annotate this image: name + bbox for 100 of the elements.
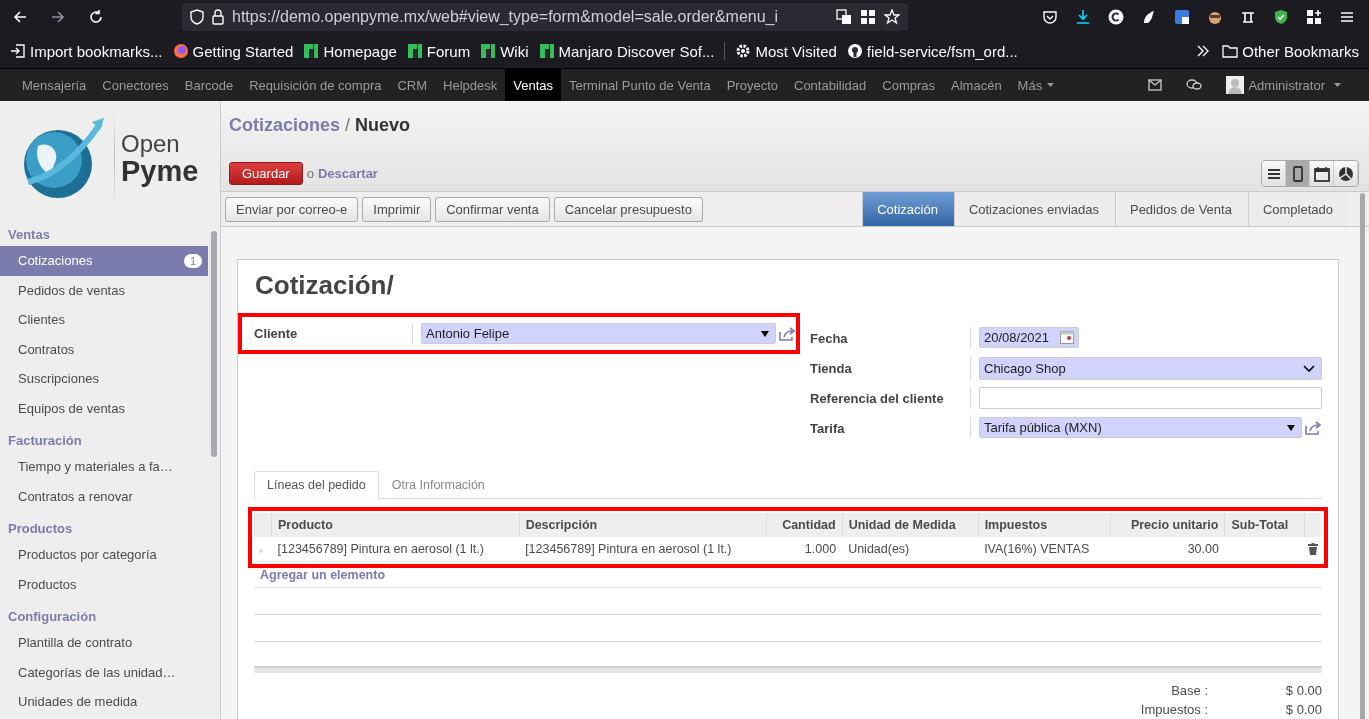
trash-icon[interactable]: [1308, 543, 1318, 555]
extension-icon[interactable]: [1207, 9, 1223, 25]
action-button[interactable]: Cancelar presupuesto: [553, 196, 703, 222]
column-header[interactable]: Unidad de Medida: [842, 513, 979, 537]
external-link-icon[interactable]: [1305, 420, 1322, 435]
sidebar-item[interactable]: Unidades de medida: [0, 687, 208, 717]
select-field[interactable]: Chicago Shop: [979, 357, 1322, 380]
bookmark[interactable]: Homepage: [303, 42, 397, 60]
text-field[interactable]: [979, 387, 1322, 409]
view-button[interactable]: [1286, 161, 1310, 186]
menu-item[interactable]: Terminal Punto de Venta: [561, 69, 719, 101]
extension-icon[interactable]: [1108, 9, 1124, 25]
menu-item[interactable]: Contabilidad: [786, 69, 875, 101]
view-button[interactable]: [1310, 161, 1334, 186]
menu-item[interactable]: Conectores: [94, 69, 177, 101]
calendar-view-icon: [1312, 164, 1331, 183]
menu-item[interactable]: Almacén: [943, 69, 1010, 101]
tab[interactable]: Otra Información: [378, 471, 498, 499]
firefox-icon: [172, 43, 189, 59]
forward-icon[interactable]: [50, 9, 66, 25]
sidebar-item[interactable]: Tiempo y materiales a fa…: [0, 452, 208, 482]
shield-icon[interactable]: [1273, 9, 1289, 25]
download-icon[interactable]: [1075, 9, 1091, 25]
sidebar-item[interactable]: Categorías de las unidad…: [0, 657, 208, 687]
column-header[interactable]: Impuestos: [978, 513, 1111, 537]
breadcrumb-current: Nuevo: [355, 115, 411, 136]
tab[interactable]: Líneas del pedido: [254, 471, 379, 499]
user-menu[interactable]: Administrator: [1226, 76, 1341, 94]
view-button[interactable]: [1334, 161, 1358, 186]
sidebar-item[interactable]: Clientes: [0, 305, 208, 335]
sidebar-item[interactable]: Cotizaciones 1: [0, 246, 208, 276]
chat-icon[interactable]: [1186, 78, 1203, 92]
column-header[interactable]: Descripción: [519, 513, 767, 537]
menu-item[interactable]: Barcode: [176, 69, 242, 101]
column-header[interactable]: Precio unitario: [1110, 513, 1225, 537]
total-value: $ 0.00: [1284, 683, 1322, 698]
star-icon[interactable]: [884, 9, 900, 25]
extension-icon[interactable]: [1141, 9, 1157, 25]
bookmark[interactable]: Most Visited: [735, 42, 837, 60]
bookmark[interactable]: Wiki: [480, 42, 529, 60]
menu-item[interactable]: Requisición de compra: [241, 69, 390, 101]
column-header[interactable]: Producto: [271, 513, 520, 537]
count-badge: 1: [183, 253, 202, 268]
bookmark-label: Homepage: [323, 42, 397, 60]
status-step[interactable]: Cotización: [862, 192, 954, 226]
extension-icon[interactable]: [1174, 9, 1190, 25]
column-header[interactable]: Sub-Total: [1224, 513, 1304, 537]
view-button[interactable]: [1262, 161, 1286, 186]
form-title: Cotización/: [254, 270, 395, 302]
date-field[interactable]: 20/08/2021: [979, 327, 1079, 348]
field-label: Cliente: [254, 325, 299, 341]
chevron-icon[interactable]: [1196, 44, 1211, 58]
action-button[interactable]: Imprimir: [362, 196, 432, 222]
menu-icon[interactable]: [1339, 9, 1355, 25]
table-cell: [123456789] Pintura en aerosol (1 lt.): [519, 537, 767, 562]
sidebar-item[interactable]: Productos: [0, 569, 208, 599]
avatar-icon: [1226, 76, 1245, 94]
action-button[interactable]: Confirmar venta: [435, 196, 550, 222]
grid-icon[interactable]: [860, 9, 876, 25]
menu-item[interactable]: Ventas: [505, 69, 562, 101]
sidebar-item[interactable]: Productos por categoría: [0, 540, 208, 570]
action-button[interactable]: Enviar por correo-e: [225, 196, 359, 222]
extension-icon[interactable]: [1240, 9, 1256, 25]
menu-item[interactable]: CRM: [389, 69, 436, 101]
dropdown-field[interactable]: Antonio Felipe: [421, 323, 776, 344]
extension-icon[interactable]: [1306, 9, 1322, 25]
sidebar-item[interactable]: Equipos de ventas: [0, 393, 208, 423]
caret-icon: [1287, 424, 1295, 431]
status-step[interactable]: Pedidos de Venta: [1114, 192, 1248, 226]
address-bar[interactable]: https://demo.openpyme.mx/web#view_type=form&model=sale.order&menu_i: [182, 3, 908, 31]
translate-icon[interactable]: [836, 9, 852, 25]
dropdown-field[interactable]: Tarifa pública (MXN): [979, 417, 1302, 438]
table-cell: Unidad(es): [842, 537, 979, 562]
status-step[interactable]: Completado: [1247, 192, 1349, 226]
manjaro-icon: [303, 43, 320, 59]
sidebar-item[interactable]: Pedidos de ventas: [0, 275, 208, 305]
mail-icon[interactable]: [1148, 79, 1163, 91]
table-cell: 30.00: [1110, 537, 1225, 562]
caret-icon: [1334, 83, 1341, 87]
sidebar-item[interactable]: Suscripciones: [0, 364, 208, 394]
status-step[interactable]: Cotizaciones enviadas: [953, 192, 1115, 226]
bookmark[interactable]: Forum: [406, 42, 471, 60]
back-icon[interactable]: [12, 9, 28, 25]
sidebar-item[interactable]: Contratos: [0, 334, 208, 364]
menu-item[interactable]: Proyecto: [718, 69, 786, 101]
menu-item[interactable]: Helpdesk: [435, 69, 506, 101]
sidebar-item[interactable]: Contratos a renovar: [0, 481, 208, 511]
bookmark[interactable]: Getting Started: [172, 42, 294, 60]
sidebar-item[interactable]: Plantilla de contrato: [0, 628, 208, 658]
field-label: Tarifa: [810, 420, 846, 436]
menu-item[interactable]: Mensajería: [14, 69, 95, 101]
column-header[interactable]: Cantidad: [766, 513, 843, 537]
pocket-icon[interactable]: [1042, 9, 1058, 25]
external-link-icon[interactable]: [779, 326, 796, 341]
reload-icon[interactable]: [88, 9, 104, 25]
add-item-link[interactable]: Agregar un elemento: [254, 562, 1322, 588]
save-button[interactable]: Guardar: [229, 162, 303, 185]
more-menu[interactable]: Más: [1009, 69, 1063, 101]
manjaro-icon: [480, 43, 497, 59]
menu-item[interactable]: Compras: [874, 69, 944, 101]
